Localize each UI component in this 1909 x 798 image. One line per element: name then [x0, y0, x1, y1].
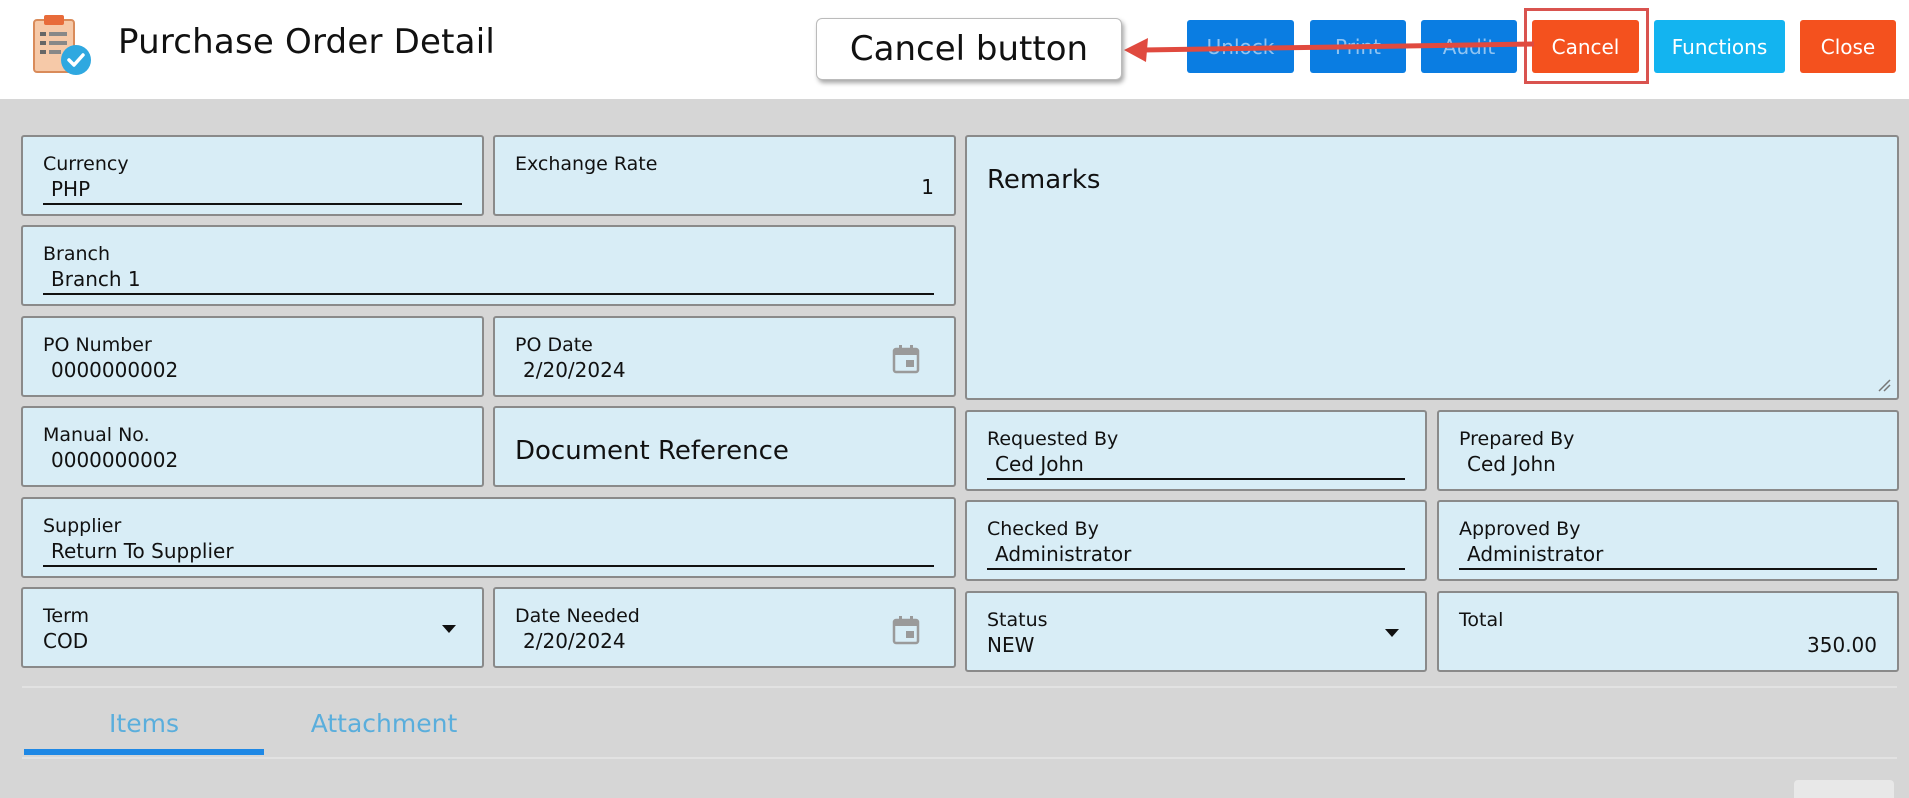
- date-needed-field[interactable]: Date Needed 2/20/2024: [493, 587, 956, 668]
- status-field[interactable]: Status NEW: [965, 591, 1427, 672]
- active-tab-indicator: [24, 749, 264, 755]
- approved-by-value: Administrator: [1467, 542, 1604, 566]
- approved-by-label: Approved By: [1459, 518, 1581, 540]
- total-value: 350.00: [1807, 633, 1877, 657]
- prepared-by-label: Prepared By: [1459, 428, 1575, 450]
- po-date-label: PO Date: [515, 334, 593, 356]
- tab-content-divider: [22, 757, 1897, 759]
- term-field[interactable]: Term COD: [21, 587, 484, 668]
- currency-value: PHP: [51, 177, 91, 201]
- currency-underline: [43, 203, 462, 205]
- status-value: NEW: [987, 633, 1035, 657]
- status-label: Status: [987, 609, 1048, 631]
- chevron-down-icon[interactable]: [442, 625, 456, 633]
- exchange-rate-label: Exchange Rate: [515, 153, 658, 175]
- remarks-textarea[interactable]: Remarks: [965, 135, 1899, 400]
- chevron-down-icon[interactable]: [1385, 629, 1399, 637]
- checked-by-label: Checked By: [987, 518, 1099, 540]
- date-needed-value: 2/20/2024: [523, 629, 626, 653]
- supplier-field[interactable]: Supplier Return To Supplier: [21, 497, 956, 578]
- total-label: Total: [1459, 609, 1504, 631]
- remarks-label: Remarks: [987, 165, 1101, 195]
- manual-no-field[interactable]: Manual No. 0000000002: [21, 406, 484, 487]
- resize-handle-icon[interactable]: [1877, 378, 1891, 392]
- cancel-highlight-box: [1524, 8, 1649, 84]
- checked-by-field[interactable]: Checked By Administrator: [965, 500, 1427, 581]
- calendar-icon[interactable]: [892, 344, 920, 374]
- currency-label: Currency: [43, 153, 129, 175]
- prepared-by-value: Ced John: [1467, 452, 1556, 476]
- total-field[interactable]: Total 350.00: [1437, 591, 1899, 672]
- document-reference-label: Document Reference: [515, 436, 789, 466]
- requested-by-field[interactable]: Requested By Ced John: [965, 410, 1427, 491]
- po-date-value: 2/20/2024: [523, 358, 626, 382]
- supplier-value: Return To Supplier: [51, 539, 234, 563]
- header-bar: Purchase Order Detail Unlock Print Audit…: [0, 0, 1909, 99]
- close-button[interactable]: Close: [1800, 20, 1896, 73]
- branch-underline: [43, 293, 934, 295]
- annotation-callout: Cancel button: [816, 18, 1122, 80]
- checked-by-value: Administrator: [995, 542, 1132, 566]
- po-number-label: PO Number: [43, 334, 152, 356]
- date-needed-label: Date Needed: [515, 605, 640, 627]
- checked-by-underline: [987, 568, 1405, 570]
- requested-by-label: Requested By: [987, 428, 1119, 450]
- requested-by-value: Ced John: [995, 452, 1084, 476]
- annotation-arrow-icon: [1124, 38, 1535, 62]
- manual-no-value: 0000000002: [51, 448, 179, 472]
- document-reference-field[interactable]: Document Reference: [493, 406, 956, 487]
- exchange-rate-field[interactable]: Exchange Rate 1: [493, 135, 956, 216]
- po-date-field[interactable]: PO Date 2/20/2024: [493, 316, 956, 397]
- approved-by-underline: [1459, 568, 1877, 570]
- branch-label: Branch: [43, 243, 111, 265]
- term-label: Term: [43, 605, 90, 627]
- functions-button[interactable]: Functions: [1654, 20, 1785, 73]
- tab-attachment[interactable]: Attachment: [264, 688, 504, 758]
- term-value: COD: [43, 629, 89, 653]
- manual-no-label: Manual No.: [43, 424, 150, 446]
- supplier-underline: [43, 565, 934, 567]
- page-title: Purchase Order Detail: [118, 22, 495, 62]
- tab-items[interactable]: Items: [24, 688, 264, 758]
- po-number-value: 0000000002: [51, 358, 179, 382]
- approved-by-field[interactable]: Approved By Administrator: [1437, 500, 1899, 581]
- supplier-label: Supplier: [43, 515, 122, 537]
- branch-value: Branch 1: [51, 267, 141, 291]
- currency-field[interactable]: Currency PHP: [21, 135, 484, 216]
- calendar-icon[interactable]: [892, 615, 920, 645]
- bottom-corner-panel: [1794, 780, 1894, 798]
- prepared-by-field[interactable]: Prepared By Ced John: [1437, 410, 1899, 491]
- clipboard-check-icon: [33, 15, 91, 75]
- po-number-field[interactable]: PO Number 0000000002: [21, 316, 484, 397]
- branch-field[interactable]: Branch Branch 1: [21, 225, 956, 306]
- exchange-rate-value: 1: [921, 175, 934, 199]
- requested-by-underline: [987, 478, 1405, 480]
